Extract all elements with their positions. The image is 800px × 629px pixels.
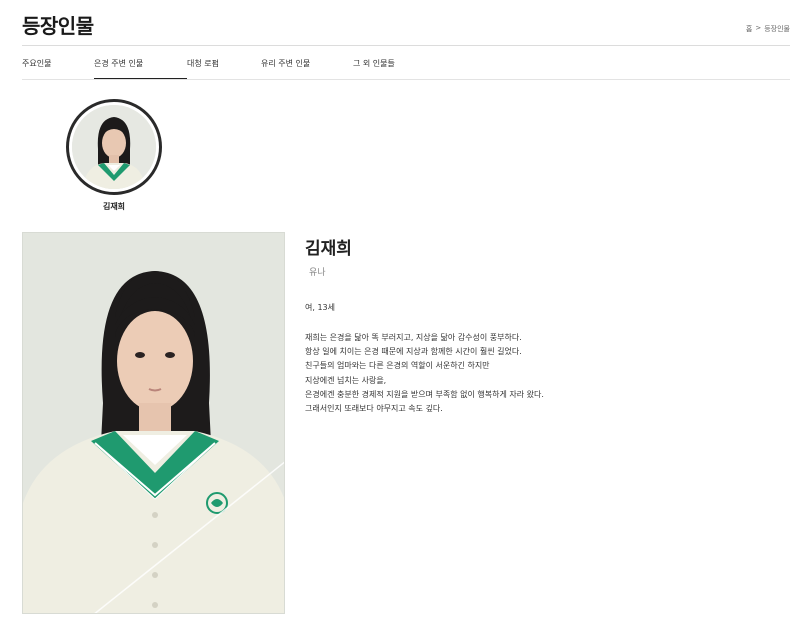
description-line: 항상 일에 치이는 은경 때문에 지상과 함께한 시간이 훨씬 길었다. bbox=[305, 347, 522, 357]
breadcrumb-current: 등장인물 bbox=[764, 25, 790, 33]
description-line: 친구들의 엄마와는 다른 은경의 역할이 서운하긴 하지만 bbox=[305, 361, 490, 371]
thumbnail-portrait bbox=[72, 105, 156, 189]
tab-eunkyung-people[interactable]: 은경 주변 인물 bbox=[94, 45, 187, 80]
category-tabs: 주요인물 은경 주변 인물 대청 로펌 유리 주변 인물 그 외 인물들 bbox=[22, 45, 413, 80]
tab-yuri-people[interactable]: 유리 주변 인물 bbox=[261, 45, 353, 79]
description-line: 재희는 은경을 닮아 똑 부러지고, 지상을 닮아 감수성이 풍부하다. bbox=[305, 333, 522, 342]
tab-main-characters[interactable]: 주요인물 bbox=[22, 45, 94, 79]
tab-other-characters[interactable]: 그 외 인물들 bbox=[353, 45, 413, 79]
character-info: 김재희 유나 여, 13세 재희는 은경을 닮아 똑 부러지고, 지상을 닮아 … bbox=[305, 234, 544, 416]
breadcrumb-separator: > bbox=[755, 24, 762, 32]
tab-daecheong-lawfirm[interactable]: 대청 로펌 bbox=[187, 45, 261, 79]
character-photo bbox=[22, 232, 285, 614]
character-description: 재희는 은경을 닮아 똑 부러지고, 지상을 닮아 감수성이 풍부하다. 항상 … bbox=[305, 331, 544, 416]
description-line: 은경에겐 충분한 경제적 지원을 받으며 부족함 없이 행복하게 자라 왔다. bbox=[305, 389, 544, 399]
description-line: 지상에겐 넘치는 사랑을, bbox=[305, 375, 387, 385]
thumbnail-frame bbox=[66, 99, 162, 195]
character-name: 김재희 bbox=[305, 239, 352, 259]
character-meta: 여, 13세 bbox=[305, 303, 335, 312]
tabs-divider bbox=[22, 79, 790, 80]
thumbnail-name: 김재희 bbox=[102, 202, 126, 211]
breadcrumb-home-link[interactable]: 홈 bbox=[746, 24, 752, 34]
page-title: 등장인물 bbox=[22, 14, 94, 38]
character-thumbnail[interactable]: 김재희 bbox=[66, 99, 162, 212]
character-actor: 유나 bbox=[309, 268, 326, 278]
description-line: 그래서인지 또래보다 야무지고 속도 깊다. bbox=[305, 404, 443, 414]
breadcrumb: 홈 > 등장인물 bbox=[746, 24, 790, 34]
